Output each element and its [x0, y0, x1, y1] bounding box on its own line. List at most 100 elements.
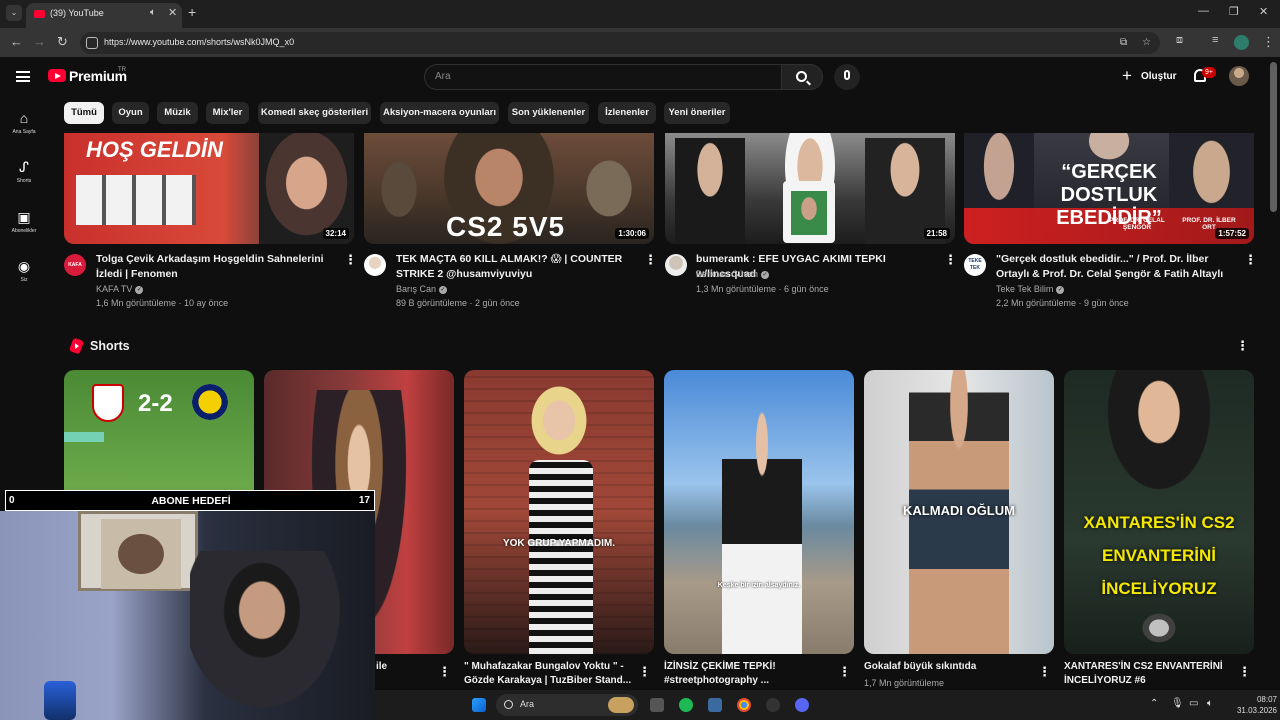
- url-text[interactable]: https://www.youtube.com/shorts/wsNk0JMQ_…: [104, 37, 294, 47]
- back-button[interactable]: ←: [10, 34, 23, 49]
- more-options-icon[interactable]: ⋮: [644, 252, 657, 268]
- video-thumbnail[interactable]: HOŞ GELDİN 32:14: [64, 133, 354, 244]
- chip-music[interactable]: Müzik: [157, 102, 198, 124]
- search-button[interactable]: [781, 64, 823, 90]
- video-meta: 1,3 Mn görüntüleme · 6 gün önce: [696, 284, 829, 294]
- short-overlay-bar: [64, 432, 104, 442]
- sidebar-item-you[interactable]: ◉ Siz: [0, 254, 48, 298]
- close-tab-icon[interactable]: ✕: [168, 6, 177, 19]
- channel-name-text[interactable]: KAFA TV: [96, 284, 132, 294]
- volume-icon[interactable]: 🔈︎: [1207, 698, 1213, 709]
- more-options-icon[interactable]: ⋮: [1244, 252, 1257, 268]
- chip-gaming[interactable]: Oyun: [112, 102, 149, 124]
- chip-mixes[interactable]: Mix'ler: [206, 102, 249, 124]
- channel-name[interactable]: Barış Can ✓: [396, 284, 448, 294]
- more-options-icon[interactable]: ⋮: [638, 664, 651, 680]
- discord-icon[interactable]: [795, 698, 809, 712]
- youtube-logo-icon[interactable]: [48, 69, 66, 82]
- more-options-icon[interactable]: ⋮: [1038, 664, 1051, 680]
- channel-avatar[interactable]: TEKE TEK: [964, 254, 986, 276]
- network-icon[interactable]: ▭: [1189, 698, 1198, 709]
- taskbar-search[interactable]: Ara: [496, 694, 638, 716]
- video-title[interactable]: "Gerçek dostluk ebedidir..." / Prof. Dr.…: [996, 252, 1231, 282]
- more-options-icon[interactable]: ⋮: [838, 664, 851, 680]
- chip-recently-uploaded[interactable]: Son yüklenenler: [508, 102, 589, 124]
- spotify-icon[interactable]: [679, 698, 693, 712]
- hamburger-menu-icon[interactable]: [16, 71, 30, 82]
- microphone-icon[interactable]: 🎙︎: [1171, 698, 1184, 709]
- video-thumbnail[interactable]: 21:58: [665, 133, 955, 244]
- channel-name[interactable]: Teke Tek Bilim ✓: [996, 284, 1065, 294]
- video-thumbnail[interactable]: CS2 5V5 1:30:06: [364, 133, 654, 244]
- tab-search-button[interactable]: ⌄: [6, 5, 22, 21]
- short-title[interactable]: Gokalaf büyük sıkıntıda: [864, 660, 1034, 674]
- restore-button[interactable]: ❐: [1229, 5, 1239, 18]
- browser-tab[interactable]: (39) YouTube 🔈︎ ✕: [26, 3, 182, 28]
- short-card[interactable]: XANTARES'İN CS2 ENVANTERİNİ İNCELİYORUZ: [1064, 370, 1254, 654]
- profile-icon[interactable]: [1234, 35, 1249, 50]
- more-options-icon[interactable]: ⋮: [944, 252, 957, 268]
- chrome-menu-icon[interactable]: ⋮: [1262, 34, 1275, 50]
- channel-avatar[interactable]: [364, 254, 386, 276]
- search-input[interactable]: Ara: [424, 64, 782, 90]
- short-title[interactable]: ile: [376, 660, 446, 674]
- chip-new-to-you[interactable]: Yeni öneriler: [664, 102, 730, 124]
- search-icon: [504, 700, 513, 709]
- more-options-icon[interactable]: ⋮: [438, 664, 451, 680]
- page-scrollbar[interactable]: [1270, 62, 1277, 212]
- new-tab-button[interactable]: +: [188, 4, 196, 20]
- shelf-more-options-icon[interactable]: ⋮: [1236, 338, 1249, 354]
- short-title[interactable]: " Muhafazakar Bungalov Yoktu " - Gözde K…: [464, 660, 634, 688]
- sidebar-item-subscriptions[interactable]: ▣ Abonelikler: [0, 205, 48, 249]
- short-card[interactable]: YOK GRUP YAPMADIM.: [464, 370, 654, 654]
- chrome-taskbar-icon[interactable]: [737, 698, 751, 712]
- windows-start-icon[interactable]: [472, 698, 486, 712]
- more-options-icon[interactable]: ⋮: [344, 252, 357, 268]
- chip-watched[interactable]: İzlenenler: [598, 102, 656, 124]
- short-title[interactable]: XANTARES'İN CS2 ENVANTERİNİ İNCELİYORUZ …: [1064, 660, 1234, 688]
- sidebar-item-label: Siz: [20, 277, 28, 283]
- reload-button[interactable]: ↻: [57, 34, 68, 50]
- sidebar-item-shorts[interactable]: ᔑ Shorts: [0, 155, 48, 199]
- channel-name-text[interactable]: Teke Tek Bilim: [996, 284, 1053, 294]
- speaker-icon[interactable]: 🔈︎: [150, 7, 156, 18]
- reading-list-icon[interactable]: ≡: [1212, 34, 1218, 46]
- app-icon[interactable]: [708, 698, 722, 712]
- short-title[interactable]: İZİNSİZ ÇEKİME TEPKİ! #streetphotography…: [664, 660, 834, 688]
- taskbar-clock[interactable]: 08:07 31.03.2026: [1229, 694, 1277, 716]
- thumb-photos: [76, 175, 196, 225]
- chip-all[interactable]: Tümü: [64, 102, 104, 124]
- channel-avatar[interactable]: [665, 254, 687, 276]
- close-window-button[interactable]: ✕: [1259, 5, 1268, 18]
- minimize-button[interactable]: —: [1198, 5, 1209, 17]
- short-card[interactable]: Keşke bir izin alsaydınız.: [664, 370, 854, 654]
- channel-name[interactable]: Berkcan Güven ✓: [696, 269, 770, 279]
- tray-overflow-icon[interactable]: ⌃: [1150, 698, 1158, 709]
- windows-taskbar: Ara ⌃ 🎙︎ ▭ 🔈︎ 08:07 31.03.2026: [375, 690, 1280, 720]
- more-options-icon[interactable]: ⋮: [1238, 664, 1251, 680]
- avatar[interactable]: [1229, 66, 1249, 86]
- channel-name[interactable]: KAFA TV ✓: [96, 284, 144, 294]
- bookmark-star-icon[interactable]: ☆: [1142, 37, 1151, 48]
- install-app-icon[interactable]: ⧉: [1120, 37, 1127, 48]
- address-bar[interactable]: https://www.youtube.com/shorts/wsNk0JMQ_…: [80, 32, 1160, 54]
- sidebar-item-home[interactable]: ⌂ Ana Sayfa: [0, 106, 48, 150]
- notification-badge: 9+: [1202, 67, 1216, 78]
- create-button[interactable]: + Oluştur: [1116, 65, 1180, 89]
- site-info-icon[interactable]: [86, 37, 98, 49]
- channel-name-text[interactable]: Berkcan Güven: [696, 269, 758, 279]
- video-title[interactable]: TEK MAÇTA 60 KILL ALMAK!? 😱 | COUNTER ST…: [396, 252, 631, 282]
- chip-comedy[interactable]: Komedi skeç gösterileri: [258, 102, 371, 124]
- channel-avatar[interactable]: KAFA: [64, 254, 86, 276]
- voice-search-button[interactable]: [834, 64, 860, 90]
- task-view-icon[interactable]: [650, 698, 664, 712]
- extensions-icon[interactable]: ⧈: [1176, 34, 1183, 47]
- search-placeholder: Ara: [435, 71, 451, 82]
- chip-action-adventure[interactable]: Aksiyon-macera oyunları: [380, 102, 499, 124]
- app-icon[interactable]: [766, 698, 780, 712]
- video-title[interactable]: Tolga Çevik Arkadaşım Hoşgeldin Sahneler…: [96, 252, 331, 282]
- video-thumbnail[interactable]: “GERÇEK DOSTLUK EBEDİDİR” PROF. DR. CELA…: [964, 133, 1254, 244]
- short-card[interactable]: KALMADI OĞLUM: [864, 370, 1054, 654]
- channel-name-text[interactable]: Barış Can: [396, 284, 436, 294]
- forward-button[interactable]: →: [33, 34, 46, 49]
